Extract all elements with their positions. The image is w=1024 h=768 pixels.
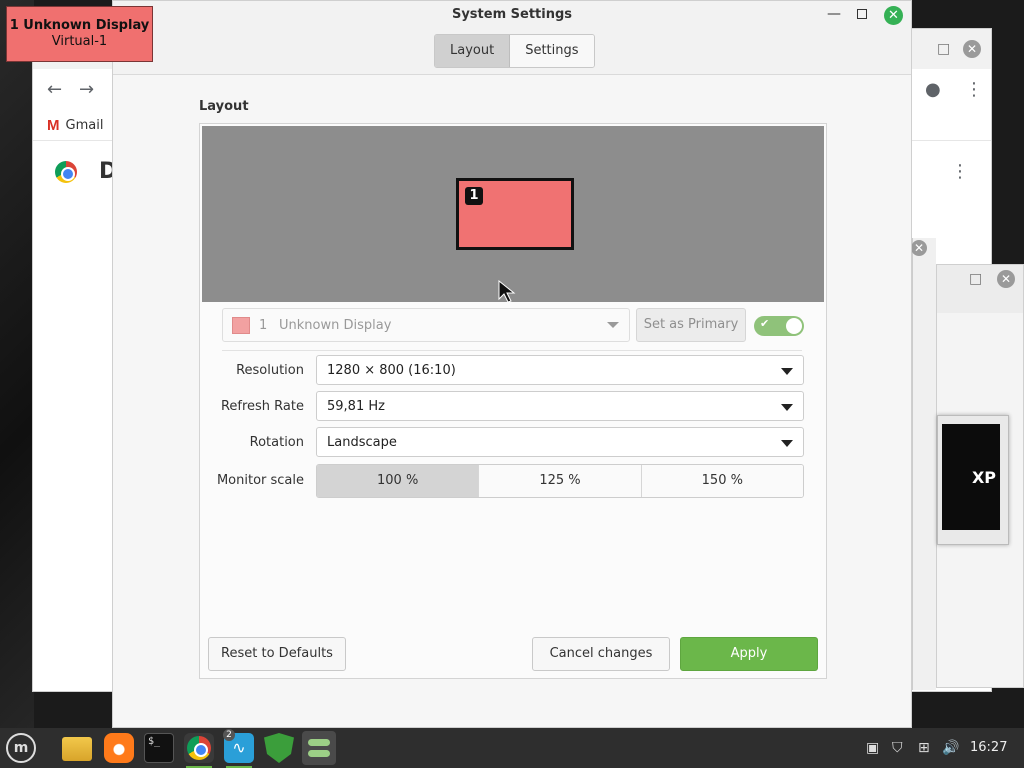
background-window: ✕ <box>911 238 936 690</box>
layout-panel: 1 1 Unknown Display Set as Primary ✔ Res… <box>199 123 827 679</box>
resolution-value: 1280 × 800 (16:10) <box>327 363 456 378</box>
display-color-swatch <box>232 317 250 334</box>
close-icon[interactable]: ✕ <box>884 6 903 25</box>
close-icon[interactable]: ✕ <box>963 40 981 58</box>
system-settings-window: System Settings — ✕ Layout Settings Layo… <box>112 0 912 728</box>
refresh-rate-value: 59,81 Hz <box>327 399 385 414</box>
chevron-down-icon <box>781 368 793 375</box>
bookmark-gmail-label: Gmail <box>65 118 104 133</box>
chevron-down-icon <box>607 322 619 328</box>
toggle-glyph <box>308 750 330 757</box>
volume-icon[interactable]: 🔊 <box>942 740 959 756</box>
chrome-icon[interactable] <box>184 733 214 768</box>
chrome-logo-icon <box>187 736 211 760</box>
minimize-icon[interactable]: — <box>827 6 841 22</box>
rotation-label: Rotation <box>249 435 304 450</box>
display-number: 1 <box>259 318 268 333</box>
set-as-primary-button[interactable]: Set as Primary <box>636 308 746 342</box>
terminal-icon[interactable]: $_ <box>144 733 174 763</box>
resolution-label: Resolution <box>236 363 304 378</box>
reset-to-defaults-button[interactable]: Reset to Defaults <box>208 637 346 671</box>
background-titlebar: □ ✕ <box>937 265 1023 313</box>
rotation-select[interactable]: Landscape <box>316 427 804 457</box>
display-identify-osd: 1 Unknown Display Virtual-1 <box>6 6 153 62</box>
mint-menu-icon[interactable]: m <box>6 733 36 763</box>
firefox-icon[interactable] <box>104 733 134 763</box>
clock[interactable]: 16:27 <box>970 740 1007 755</box>
page-menu-icon[interactable]: ⋮ <box>951 163 969 181</box>
notification-icon[interactable]: ▣ <box>866 740 879 756</box>
mouse-cursor-icon <box>498 280 516 303</box>
chevron-down-icon <box>781 404 793 411</box>
apply-button[interactable]: Apply <box>680 637 818 671</box>
cancel-changes-button[interactable]: Cancel changes <box>532 637 670 671</box>
network-icon[interactable]: ⊞ <box>918 740 930 756</box>
chevron-down-icon <box>781 440 793 447</box>
monitor-arrangement-area[interactable]: 1 <box>202 126 824 303</box>
maximize-icon[interactable]: □ <box>937 41 950 57</box>
display-name: Unknown Display <box>279 318 392 333</box>
window-titlebar: System Settings — ✕ Layout Settings <box>113 1 911 75</box>
toggle-glyph <box>308 739 330 746</box>
desktop-background <box>0 0 34 728</box>
preview-thumbnail: XP <box>937 415 1009 545</box>
bookmark-gmail[interactable]: M Gmail <box>47 117 103 134</box>
browser-menu-icon[interactable]: ⋮ <box>965 81 983 99</box>
resolution-select[interactable]: 1280 × 800 (16:10) <box>316 355 804 385</box>
window-count-badge: 2 <box>223 729 235 741</box>
tab-layout[interactable]: Layout <box>435 35 511 67</box>
monitor-scale-label: Monitor scale <box>216 473 304 488</box>
rotation-value: Landscape <box>327 435 397 450</box>
tab-settings[interactable]: Settings <box>510 35 594 67</box>
window-title: System Settings <box>451 7 573 22</box>
refresh-rate-label: Refresh Rate <box>220 399 304 414</box>
osd-display-name: 1 Unknown Display <box>9 18 150 33</box>
divider <box>222 350 802 351</box>
display-enabled-toggle[interactable]: ✔ <box>754 316 804 336</box>
check-icon: ✔ <box>760 317 770 330</box>
shield-icon[interactable]: ⛉ <box>892 740 903 756</box>
forward-arrow-icon[interactable]: → <box>79 81 94 99</box>
profile-icon[interactable]: ● <box>925 81 941 99</box>
taskbar: m $_ 2 ∿ ▣ ⛉ ⊞ 🔊 16:27 <box>0 728 1024 768</box>
update-manager-icon[interactable] <box>264 733 294 763</box>
back-arrow-icon[interactable]: ← <box>47 81 62 99</box>
thumbnail-text: XP <box>942 424 1000 530</box>
scale-option-100[interactable]: 100 % <box>317 465 480 497</box>
osd-connector-name: Virtual-1 <box>51 34 108 49</box>
files-icon[interactable] <box>62 737 92 761</box>
monitor-scale-selector: 100 % 125 % 150 % <box>316 464 804 498</box>
system-settings-icon[interactable] <box>302 731 336 765</box>
scale-option-125[interactable]: 125 % <box>479 465 642 497</box>
chrome-logo-icon <box>55 161 77 183</box>
close-icon[interactable]: ✕ <box>997 270 1015 288</box>
maximize-icon[interactable] <box>857 9 867 19</box>
section-heading: Layout <box>199 99 249 114</box>
close-icon[interactable]: ✕ <box>911 240 927 256</box>
display-select[interactable]: 1 Unknown Display <box>222 308 630 342</box>
monitor-number-badge: 1 <box>465 187 483 205</box>
scale-option-150[interactable]: 150 % <box>641 465 803 497</box>
monitor-tile[interactable]: 1 <box>456 178 574 250</box>
toggle-knob <box>786 318 802 334</box>
background-window: □ ✕ XP <box>936 264 1024 688</box>
view-switcher: Layout Settings <box>434 34 595 68</box>
refresh-rate-select[interactable]: 59,81 Hz <box>316 391 804 421</box>
gmail-icon: M <box>47 117 60 134</box>
maximize-icon[interactable]: □ <box>969 271 982 287</box>
